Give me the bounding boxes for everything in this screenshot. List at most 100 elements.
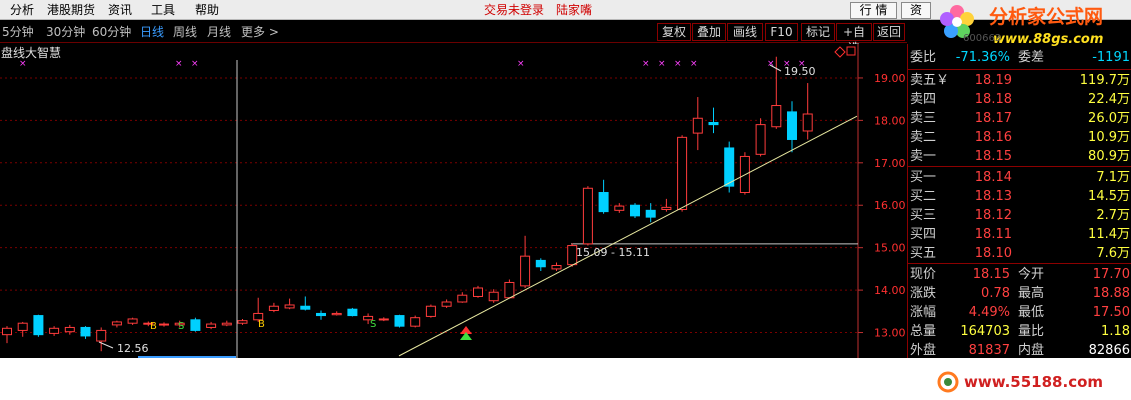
candle-body xyxy=(425,305,436,317)
candle-body xyxy=(598,192,609,213)
y-tick-label: 15.00 xyxy=(874,242,906,255)
candle-body xyxy=(394,315,405,327)
stat-v2: 17.70 xyxy=(1092,267,1130,282)
ask-row-price: 18.18 xyxy=(974,92,1012,107)
candle-body xyxy=(159,323,169,326)
kline-chart[interactable]: × × × × × × × × × × × B S B S 13.00 14.00 15.00 16.00 17.0… xyxy=(0,44,907,358)
candle-body xyxy=(441,301,452,307)
candle-body xyxy=(300,305,311,310)
bid-row[interactable]: 买三 18.12 2.7万 xyxy=(908,207,1131,225)
period-monthly[interactable]: 月线 xyxy=(207,25,231,39)
tab-quote[interactable]: 行 情 xyxy=(850,2,897,19)
signal-marker: × xyxy=(767,59,775,69)
stat-l1: 总量 xyxy=(910,324,937,339)
candle-body xyxy=(206,323,217,328)
candle-body xyxy=(268,305,279,311)
bid-row-volume: 2.7万 xyxy=(1096,208,1130,223)
stat-l2: 最低 xyxy=(1018,305,1045,320)
ask-row[interactable]: 卖五￥ 18.19 119.7万 xyxy=(908,72,1131,90)
candle-body xyxy=(33,315,44,336)
indicator-label: 盘线大智慧 xyxy=(1,45,61,60)
candle-body xyxy=(221,322,232,326)
candle-body xyxy=(677,136,688,210)
tab-info[interactable]: 资 xyxy=(901,2,931,19)
ask-row-volume: 26.0万 xyxy=(1088,111,1130,126)
period-60min[interactable]: 60分钟 xyxy=(92,25,131,39)
menu-item-hk-futures[interactable]: 港股期货 xyxy=(47,2,95,18)
candle-body xyxy=(49,327,60,334)
ask-row-volume: 80.9万 xyxy=(1088,149,1130,164)
period-5min[interactable]: 5分钟 xyxy=(2,25,34,39)
period-toolbar: 5分钟 30分钟 60分钟 日线 周线 月线 更多 > 复权 叠加 画线 F10… xyxy=(0,21,907,55)
watermark-swirl-icon xyxy=(937,371,959,393)
bid-row-label: 买五 xyxy=(910,246,937,261)
menu-item-tools[interactable]: 工具 xyxy=(151,2,175,18)
watermark-url: www.55188.com xyxy=(964,373,1103,391)
period-30min[interactable]: 30分钟 xyxy=(46,25,85,39)
stat-v1: 18.15 xyxy=(972,267,1010,282)
stat-v2: 17.50 xyxy=(1092,305,1130,320)
period-weekly[interactable]: 周线 xyxy=(173,25,197,39)
trade-login-status[interactable]: 交易未登录 xyxy=(484,2,544,18)
menu-item-analysis[interactable]: 分析 xyxy=(10,2,34,18)
ask-row[interactable]: 卖一 18.15 80.9万 xyxy=(908,148,1131,166)
candle-body xyxy=(755,124,766,155)
candle-body xyxy=(724,147,735,187)
ask-row[interactable]: 卖四 18.18 22.4万 xyxy=(908,91,1131,109)
mark-button[interactable]: 标记 xyxy=(801,23,835,41)
divider xyxy=(908,69,1131,70)
signal-marker: × xyxy=(517,59,525,69)
square-marker xyxy=(846,46,856,56)
bid-row[interactable]: 买二 18.13 14.5万 xyxy=(908,188,1131,206)
period-daily[interactable]: 日线 xyxy=(140,25,164,39)
diamond-marker xyxy=(834,46,846,58)
ask-row[interactable]: 卖二 18.16 10.9万 xyxy=(908,129,1131,147)
ask-row[interactable]: 卖三 18.17 26.0万 xyxy=(908,110,1131,128)
bid-row-volume: 7.6万 xyxy=(1096,246,1130,261)
menu-item-news[interactable]: 资讯 xyxy=(108,2,132,18)
signal-marker: × xyxy=(19,59,27,69)
f10-button[interactable]: F10 xyxy=(765,23,798,41)
candle-body xyxy=(111,321,122,326)
stat-l2: 今开 xyxy=(1018,267,1045,282)
candle-body xyxy=(802,113,813,132)
signal-marker: × xyxy=(658,59,666,69)
bid-row[interactable]: 买一 18.14 7.1万 xyxy=(908,169,1131,187)
signal-marker: × xyxy=(674,59,682,69)
menu-item-help[interactable]: 帮助 xyxy=(195,2,219,18)
ask-row-label: 卖四 xyxy=(910,92,937,107)
stat-l1: 外盘 xyxy=(910,343,937,358)
stat-v1: 0.78 xyxy=(981,286,1010,301)
period-more[interactable]: 更多 > xyxy=(241,25,279,39)
candle-body xyxy=(535,259,546,268)
bid-row-volume: 14.5万 xyxy=(1088,189,1130,204)
restore-rights-button[interactable]: 复权 xyxy=(657,23,691,41)
candle-body xyxy=(692,117,703,134)
ask-row-volume: 10.9万 xyxy=(1088,130,1130,145)
trend-line xyxy=(398,115,858,357)
bid-row-label: 买一 xyxy=(910,170,937,185)
y-tick-label: 16.00 xyxy=(874,199,906,212)
draw-line-button[interactable]: 画线 xyxy=(727,23,763,41)
stat-v2: 1.18 xyxy=(1101,324,1130,339)
bid-row-price: 18.11 xyxy=(974,227,1012,242)
stock-name: 陆家嘴 xyxy=(556,3,593,17)
bid-row[interactable]: 买四 18.11 11.4万 xyxy=(908,226,1131,244)
bid-row[interactable]: 买五 18.10 7.6万 xyxy=(908,245,1131,263)
kline-svg[interactable]: × × × × × × × × × × ×B S B S 13.0014.0015.0016.0017.0… xyxy=(0,44,907,358)
committee-ratio-value: -71.36% xyxy=(955,50,1010,65)
low-price-annotation: 12.56 xyxy=(117,342,149,355)
committee-diff-value: -1191 xyxy=(1092,50,1130,65)
ask-row-price: 18.19 xyxy=(974,73,1012,88)
back-button[interactable]: 返回 xyxy=(873,23,905,41)
add-favorite-button[interactable]: +自选 xyxy=(836,23,872,55)
logo-url: www.88gs.com xyxy=(993,32,1103,47)
candle-body xyxy=(771,105,782,128)
committee-ratio-label: 委比 xyxy=(910,50,937,65)
stat-v1: 4.49% xyxy=(968,305,1010,320)
stat-v2: 18.88 xyxy=(1092,286,1130,301)
bid-row-price: 18.13 xyxy=(974,189,1012,204)
bid-row-volume: 7.1万 xyxy=(1096,170,1130,185)
overlay-button[interactable]: 叠加 xyxy=(692,23,726,41)
committee-ratio-row: 委比 -71.36% 委差 -1191 xyxy=(908,49,1131,67)
